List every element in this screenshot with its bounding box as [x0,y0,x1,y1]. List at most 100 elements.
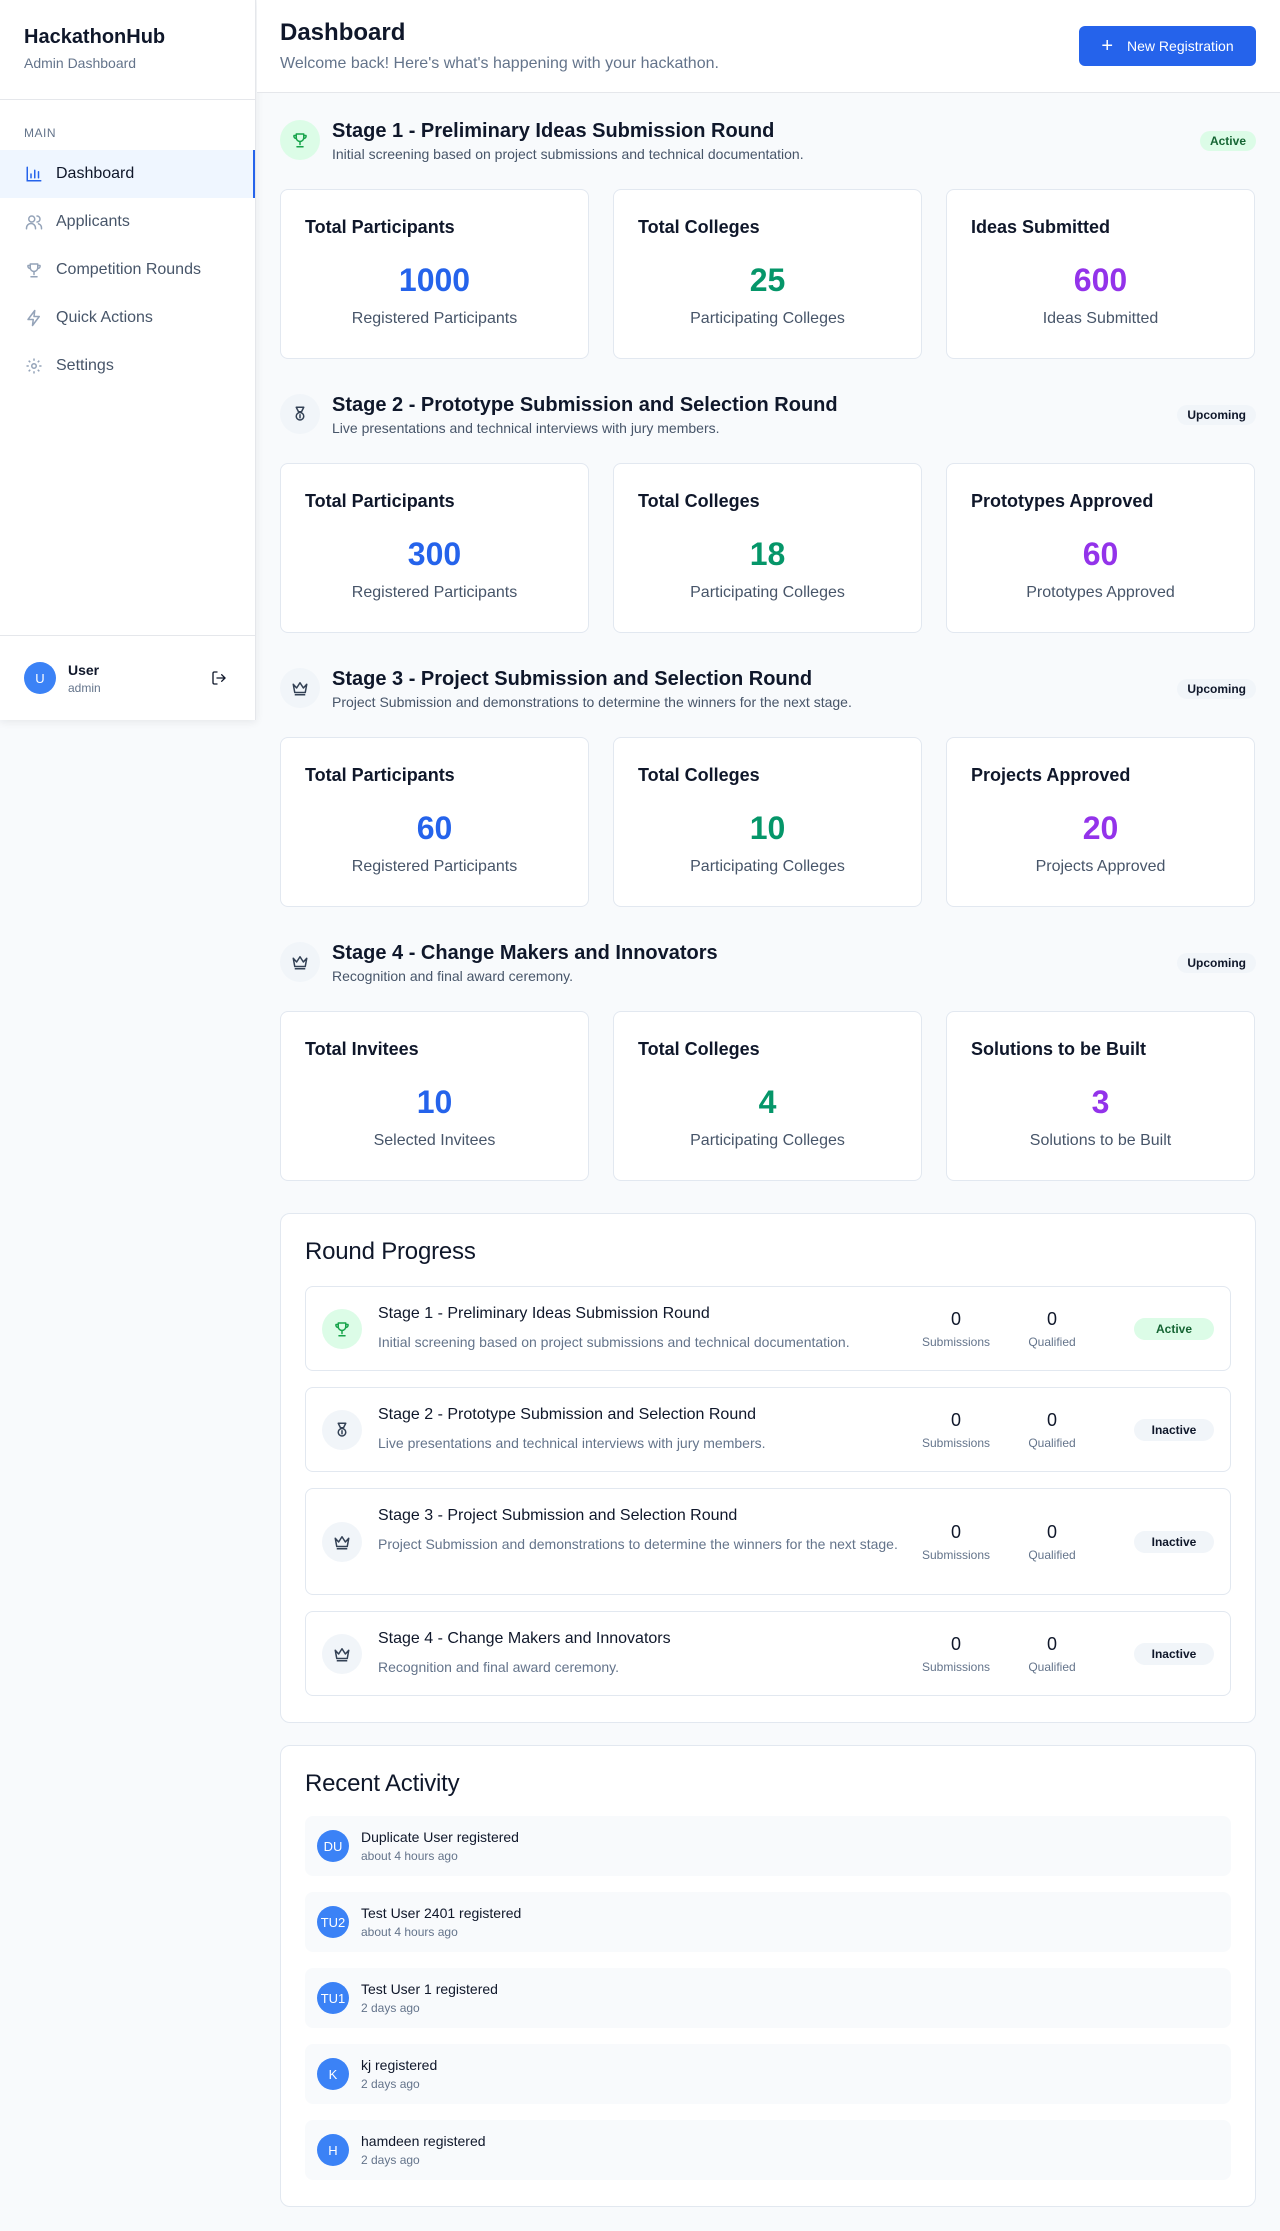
users-icon [24,212,44,232]
sidebar-item-competition-rounds[interactable]: Competition Rounds [0,246,255,294]
round-title: Stage 3 - Project Submission and Selecti… [378,1507,738,1524]
stage-description: Recognition and final award ceremony. [332,968,573,984]
activity-item: K kj registered 2 days ago [305,2044,1231,2104]
sidebar-item-label: Applicants [56,213,130,230]
crown-icon [322,1522,362,1562]
card-value: 4 [758,1084,777,1120]
card-caption: Participating Colleges [690,310,845,327]
stage-title: Stage 1 - Preliminary Ideas Submission R… [332,120,775,142]
submissions-stat: 0 Submissions [916,1309,996,1349]
sidebar: HackathonHub Admin Dashboard MAIN Dashbo… [0,0,256,720]
submissions-count: 0 [950,1634,961,1654]
trophy-icon [280,120,320,160]
submissions-stat: 0 Submissions [916,1522,996,1562]
card-value: 25 [749,262,786,298]
round-item[interactable]: Stage 4 - Change Makers and Innovators R… [305,1611,1231,1696]
card-caption: Registered Participants [351,310,518,327]
stat-card: Total Invitees 10 Selected Invitees [280,1011,589,1181]
panel-title: Round Progress [305,1238,476,1265]
stat-card: Total Participants 1000 Registered Parti… [280,189,589,359]
crown-icon [280,668,320,708]
nav-section-label: MAIN [24,126,56,140]
round-item[interactable]: Stage 2 - Prototype Submission and Selec… [305,1387,1231,1472]
bar-chart-icon [24,164,44,184]
qualified-label: Qualified [1028,1548,1076,1562]
activity-item: TU2 Test User 2401 registered about 4 ho… [305,1892,1231,1952]
stage-section: Stage 2 - Prototype Submission and Selec… [280,367,1256,641]
submissions-count: 0 [950,1522,961,1542]
card-caption: Projects Approved [1035,858,1166,875]
submissions-label: Submissions [921,1660,991,1674]
card-value: 300 [407,536,462,572]
card-caption: Registered Participants [351,858,518,875]
sidebar-item-applicants[interactable]: Applicants [0,198,255,246]
status-badge: Upcoming [1177,405,1256,425]
status-badge: Inactive [1134,1643,1214,1665]
lightning-icon [24,308,44,328]
main-content: Stage 1 - Preliminary Ideas Submission R… [280,93,1256,1189]
stat-card: Total Colleges 25 Participating Colleges [613,189,922,359]
page-header: Dashboard Welcome back! Here's what's ha… [257,0,1280,93]
card-label: Total Colleges [638,1039,760,1059]
card-label: Prototypes Approved [971,491,1154,511]
round-title: Stage 1 - Preliminary Ideas Submission R… [378,1305,710,1322]
submissions-label: Submissions [921,1335,991,1349]
qualified-stat: 0 Qualified [1012,1522,1092,1562]
stat-card: Prototypes Approved 60 Prototypes Approv… [946,463,1255,633]
card-caption: Participating Colleges [690,1132,845,1149]
round-item[interactable]: Stage 3 - Project Submission and Selecti… [305,1488,1231,1595]
card-value: 20 [1082,810,1119,846]
sidebar-item-quick-actions[interactable]: Quick Actions [0,294,255,342]
submissions-label: Submissions [921,1548,991,1562]
sidebar-item-label: Dashboard [56,165,135,182]
stage-title: Stage 3 - Project Submission and Selecti… [332,668,813,690]
stage-section: Stage 4 - Change Makers and Innovators R… [280,915,1256,1189]
round-title: Stage 2 - Prototype Submission and Selec… [378,1406,757,1423]
new-registration-button[interactable]: + New Registration [1079,26,1256,66]
card-value: 10 [416,1084,453,1120]
qualified-label: Qualified [1028,1436,1076,1450]
logout-icon[interactable] [207,666,231,690]
qualified-count: 0 [1046,1309,1057,1329]
recent-activity-panel: Recent Activity DU Duplicate User regist… [280,1745,1256,2207]
card-caption: Ideas Submitted [1042,310,1159,327]
status-badge: Upcoming [1177,679,1256,699]
card-label: Solutions to be Built [971,1039,1146,1059]
card-caption: Participating Colleges [690,584,845,601]
sidebar-item-settings[interactable]: Settings [0,342,255,390]
card-value: 60 [1082,536,1119,572]
card-value: 18 [749,536,786,572]
submissions-stat: 0 Submissions [916,1410,996,1450]
card-value: 1000 [398,262,471,298]
stat-card: Total Participants 300 Registered Partic… [280,463,589,633]
card-caption: Prototypes Approved [1026,584,1175,601]
activity-text: Test User 1 registered [361,1981,498,1997]
user-profile: U User admin [0,635,255,720]
status-badge: Active [1134,1318,1214,1340]
round-description: Live presentations and technical intervi… [378,1435,766,1451]
card-caption: Solutions to be Built [1029,1132,1172,1149]
stage-title: Stage 4 - Change Makers and Innovators [332,942,718,964]
card-label: Total Colleges [638,765,760,785]
submissions-label: Submissions [921,1436,991,1450]
stat-card: Total Participants 60 Registered Partici… [280,737,589,907]
stage-section: Stage 1 - Preliminary Ideas Submission R… [280,93,1256,367]
round-item[interactable]: Stage 1 - Preliminary Ideas Submission R… [305,1286,1231,1371]
qualified-stat: 0 Qualified [1012,1634,1092,1674]
avatar: U [24,662,56,694]
card-label: Total Colleges [638,491,760,511]
stat-card: Total Colleges 10 Participating Colleges [613,737,922,907]
sidebar-item-dashboard[interactable]: Dashboard [0,150,255,198]
qualified-label: Qualified [1028,1335,1076,1349]
qualified-count: 0 [1046,1522,1057,1542]
card-value: 3 [1091,1084,1110,1120]
activity-text: kj registered [361,2057,438,2073]
qualified-label: Qualified [1028,1660,1076,1674]
round-title: Stage 4 - Change Makers and Innovators [378,1630,671,1647]
activity-item: DU Duplicate User registered about 4 hou… [305,1816,1231,1876]
card-label: Projects Approved [971,765,1131,785]
card-label: Total Participants [305,217,455,237]
avatar: K [317,2058,349,2090]
activity-time: about 4 hours ago [361,1849,458,1863]
round-description: Project Submission and demonstrations to… [378,1536,898,1552]
